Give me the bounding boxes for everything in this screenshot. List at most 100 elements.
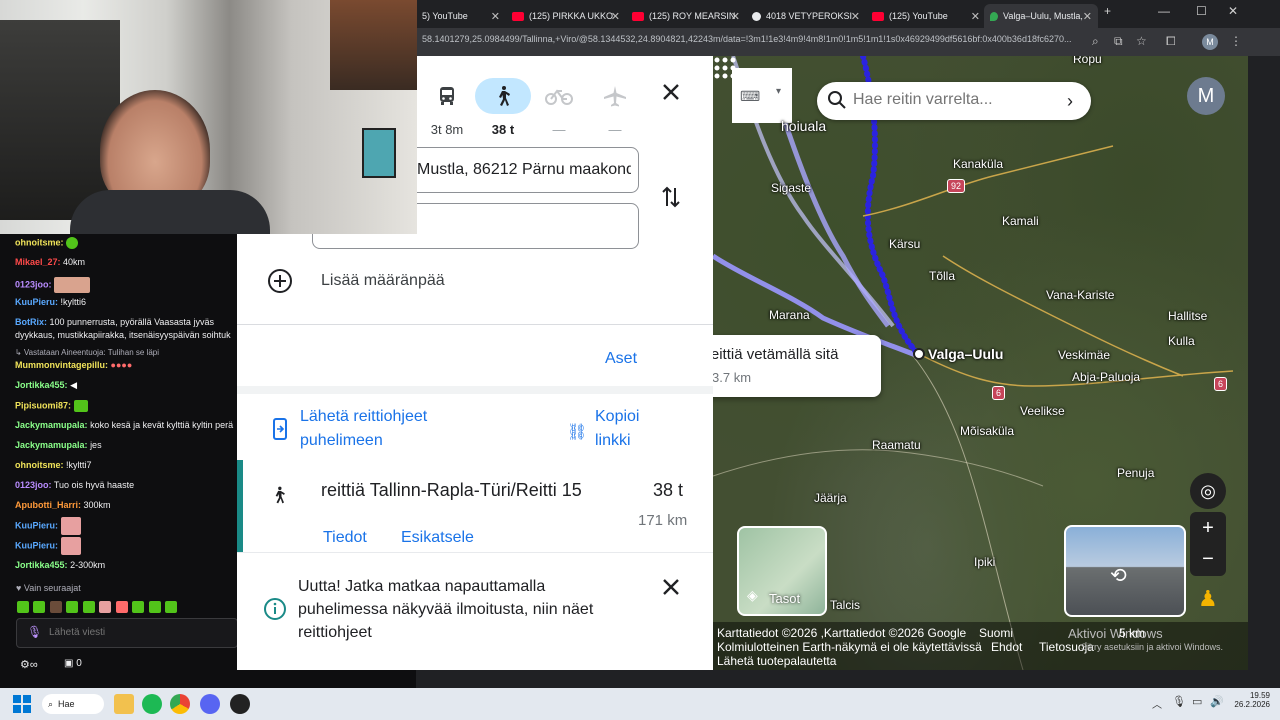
volume-icon[interactable]: 🔊 xyxy=(1210,695,1224,708)
close-icon[interactable]: ✕ xyxy=(491,10,500,23)
map-scale[interactable]: 5 km xyxy=(1119,626,1145,640)
destination-input[interactable] xyxy=(417,217,631,235)
chat-message: KuuPieru: xyxy=(15,517,237,535)
mode-walk[interactable]: 38 t xyxy=(475,78,531,137)
close-icon[interactable]: ✕ xyxy=(611,10,620,23)
tab-youtube-1[interactable]: 5) YouTube ✕ xyxy=(416,4,506,28)
mode-bike[interactable]: — xyxy=(531,78,587,137)
new-tab-icon[interactable]: + xyxy=(1104,4,1111,18)
chevron-right-icon[interactable]: › xyxy=(1057,88,1083,114)
chat-message: Jackymamupala: jes xyxy=(15,440,102,450)
discord-icon[interactable] xyxy=(200,694,220,714)
mode-label: 3t 8m xyxy=(430,122,464,137)
keyboard-button[interactable]: ⌨ ▾ xyxy=(732,68,792,123)
close-icon[interactable]: ✕ xyxy=(971,10,980,23)
windows-start-icon[interactable] xyxy=(12,694,32,714)
tab-chemical[interactable]: 4018 VETYPEROKSI ✕ xyxy=(746,4,866,28)
url-text[interactable]: 58.1401279,25.0984499/Tallinna,+Viro/@58… xyxy=(422,34,1082,44)
route-preview-button[interactable]: Esikatsele xyxy=(401,526,474,550)
mode-transit[interactable]: 3t 8m xyxy=(419,78,475,137)
tab-youtube-4[interactable]: (125) YouTube ✕ xyxy=(866,4,986,28)
map-label: Kamali xyxy=(1002,214,1039,228)
network-icon[interactable]: ▭ xyxy=(1192,695,1202,708)
tab-youtube-3[interactable]: (125) ROY MEARSIN ✕ xyxy=(626,4,746,28)
chrome-icon[interactable] xyxy=(170,694,190,714)
tooltip-distance: Etäisyys 3.7 km xyxy=(713,370,752,385)
copy-link-button[interactable]: Kopioi linkki xyxy=(595,405,665,453)
map-search-box[interactable]: › xyxy=(817,82,1091,120)
options-button[interactable]: Aset xyxy=(605,347,637,371)
tab-maps[interactable]: Valga–Uulu, Mustla, ✕ xyxy=(984,4,1098,28)
chat-message-input[interactable] xyxy=(49,627,229,638)
country-link[interactable]: Suomi xyxy=(979,626,1013,640)
emote-bar[interactable] xyxy=(17,598,217,613)
chat-message: Jortikka455: 2-300km xyxy=(15,560,106,570)
tab-youtube-2[interactable]: (125) PIRKKA UKKO ✕ xyxy=(506,4,626,28)
spotify-icon[interactable] xyxy=(142,694,162,714)
webcam-shirt xyxy=(70,190,270,234)
chat-message: KuuPieru: !kyltti6 xyxy=(15,297,87,307)
settings-infinity-icon[interactable]: ⚙∞ xyxy=(20,658,38,671)
map-search-input[interactable] xyxy=(853,91,1053,109)
terms-link[interactable]: Ehdot xyxy=(991,640,1022,654)
street-view-thumbnail[interactable]: ⟲ xyxy=(1064,525,1186,617)
route-details-button[interactable]: Tiedot xyxy=(323,526,367,550)
maximize-icon[interactable]: ☐ xyxy=(1196,4,1207,18)
profile-avatar[interactable]: M xyxy=(1202,34,1218,50)
close-icon[interactable] xyxy=(661,82,681,102)
route-option[interactable]: reittiä Tallinn-Rapla-Türi/Reitti 15 38 … xyxy=(237,460,713,552)
add-destination-button[interactable]: Lisää määränpää xyxy=(265,266,665,296)
feedback-link[interactable]: Lähetä tuotepalautetta xyxy=(717,654,836,668)
taskbar-search[interactable]: ⌕ Hae xyxy=(42,694,104,714)
swap-icon[interactable] xyxy=(661,184,681,210)
bicycle-icon xyxy=(531,78,587,114)
zoom-control: + − xyxy=(1190,512,1226,576)
zoom-icon[interactable]: ⌕ xyxy=(1092,34,1099,49)
clock[interactable]: 19.59 26.2.2026 xyxy=(1232,691,1270,709)
bus-icon xyxy=(419,78,475,114)
close-icon[interactable]: ✕ xyxy=(1083,10,1092,23)
tray-chevron-icon[interactable]: ︿ xyxy=(1152,696,1162,711)
chat-message: BotRix: 100 punnerrusta, pyörällä Vaasas… xyxy=(15,317,214,327)
chat-message: dyykkaus, mustikkapiirakka, itsenäisyysp… xyxy=(15,330,231,340)
tab-title: 4018 VETYPEROKSI xyxy=(766,11,853,21)
chat-message: Mummonvintagepillu: ●●●● xyxy=(15,360,133,370)
maps-pin-icon xyxy=(990,11,998,21)
file-explorer-icon[interactable] xyxy=(114,694,134,714)
origin-input[interactable] xyxy=(417,161,631,179)
info-icon xyxy=(264,598,286,620)
mode-flight[interactable]: — xyxy=(587,78,643,137)
close-icon[interactable]: ✕ xyxy=(731,10,740,23)
destination-label[interactable]: Valga–Uulu xyxy=(928,346,1003,362)
menu-dots-icon[interactable]: ⋮ xyxy=(1230,34,1242,48)
layers-button[interactable]: ◈ Tasot xyxy=(737,526,827,616)
minimize-icon[interactable]: — xyxy=(1158,4,1170,18)
close-icon[interactable] xyxy=(661,577,681,597)
link-icon: ⛓ xyxy=(567,424,588,441)
apps-grid-icon[interactable] xyxy=(713,56,737,80)
channel-points[interactable]: ▣ 0 xyxy=(64,658,82,669)
extensions-icon[interactable]: ⧠ xyxy=(1166,34,1176,49)
install-icon[interactable]: ⧉ xyxy=(1114,34,1123,49)
microphone-icon[interactable]: 🎙 xyxy=(27,625,42,639)
zoom-in-icon[interactable]: + xyxy=(1190,512,1226,544)
map-label: Ipiki xyxy=(974,555,996,569)
pegman-icon[interactable]: ♟ xyxy=(1198,586,1218,612)
close-icon[interactable]: ✕ xyxy=(851,10,860,23)
send-to-phone-link[interactable]: Lähetä reittiohjeet puhelimeen xyxy=(300,405,490,453)
account-avatar[interactable]: M xyxy=(1187,77,1225,115)
layers-icon: ◈ xyxy=(747,587,758,603)
bookmark-star-icon[interactable]: ☆ xyxy=(1136,34,1147,48)
satellite-map[interactable]: ⌨ ▾ › M hoiuala Kanaküla Sigaste Kamali … xyxy=(713,56,1248,670)
chat-message: Jortikka455: ◀ xyxy=(15,380,77,390)
mic-tray-icon[interactable]: 🎙 xyxy=(1172,695,1186,708)
chat-input-box[interactable]: 🎙 xyxy=(16,618,237,648)
tab-title: 5) YouTube xyxy=(422,11,468,21)
tooltip-title: Muuta reittiä vetämällä sitä xyxy=(713,346,839,363)
address-bar[interactable]: 58.1401279,25.0984499/Tallinna,+Viro/@58… xyxy=(416,28,1280,56)
map-label: Penuja xyxy=(1117,466,1155,480)
window-close-icon[interactable]: ✕ xyxy=(1228,4,1238,18)
obs-icon[interactable] xyxy=(230,694,250,714)
my-location-icon[interactable]: ◎ xyxy=(1190,473,1226,509)
zoom-out-icon[interactable]: − xyxy=(1190,544,1226,576)
